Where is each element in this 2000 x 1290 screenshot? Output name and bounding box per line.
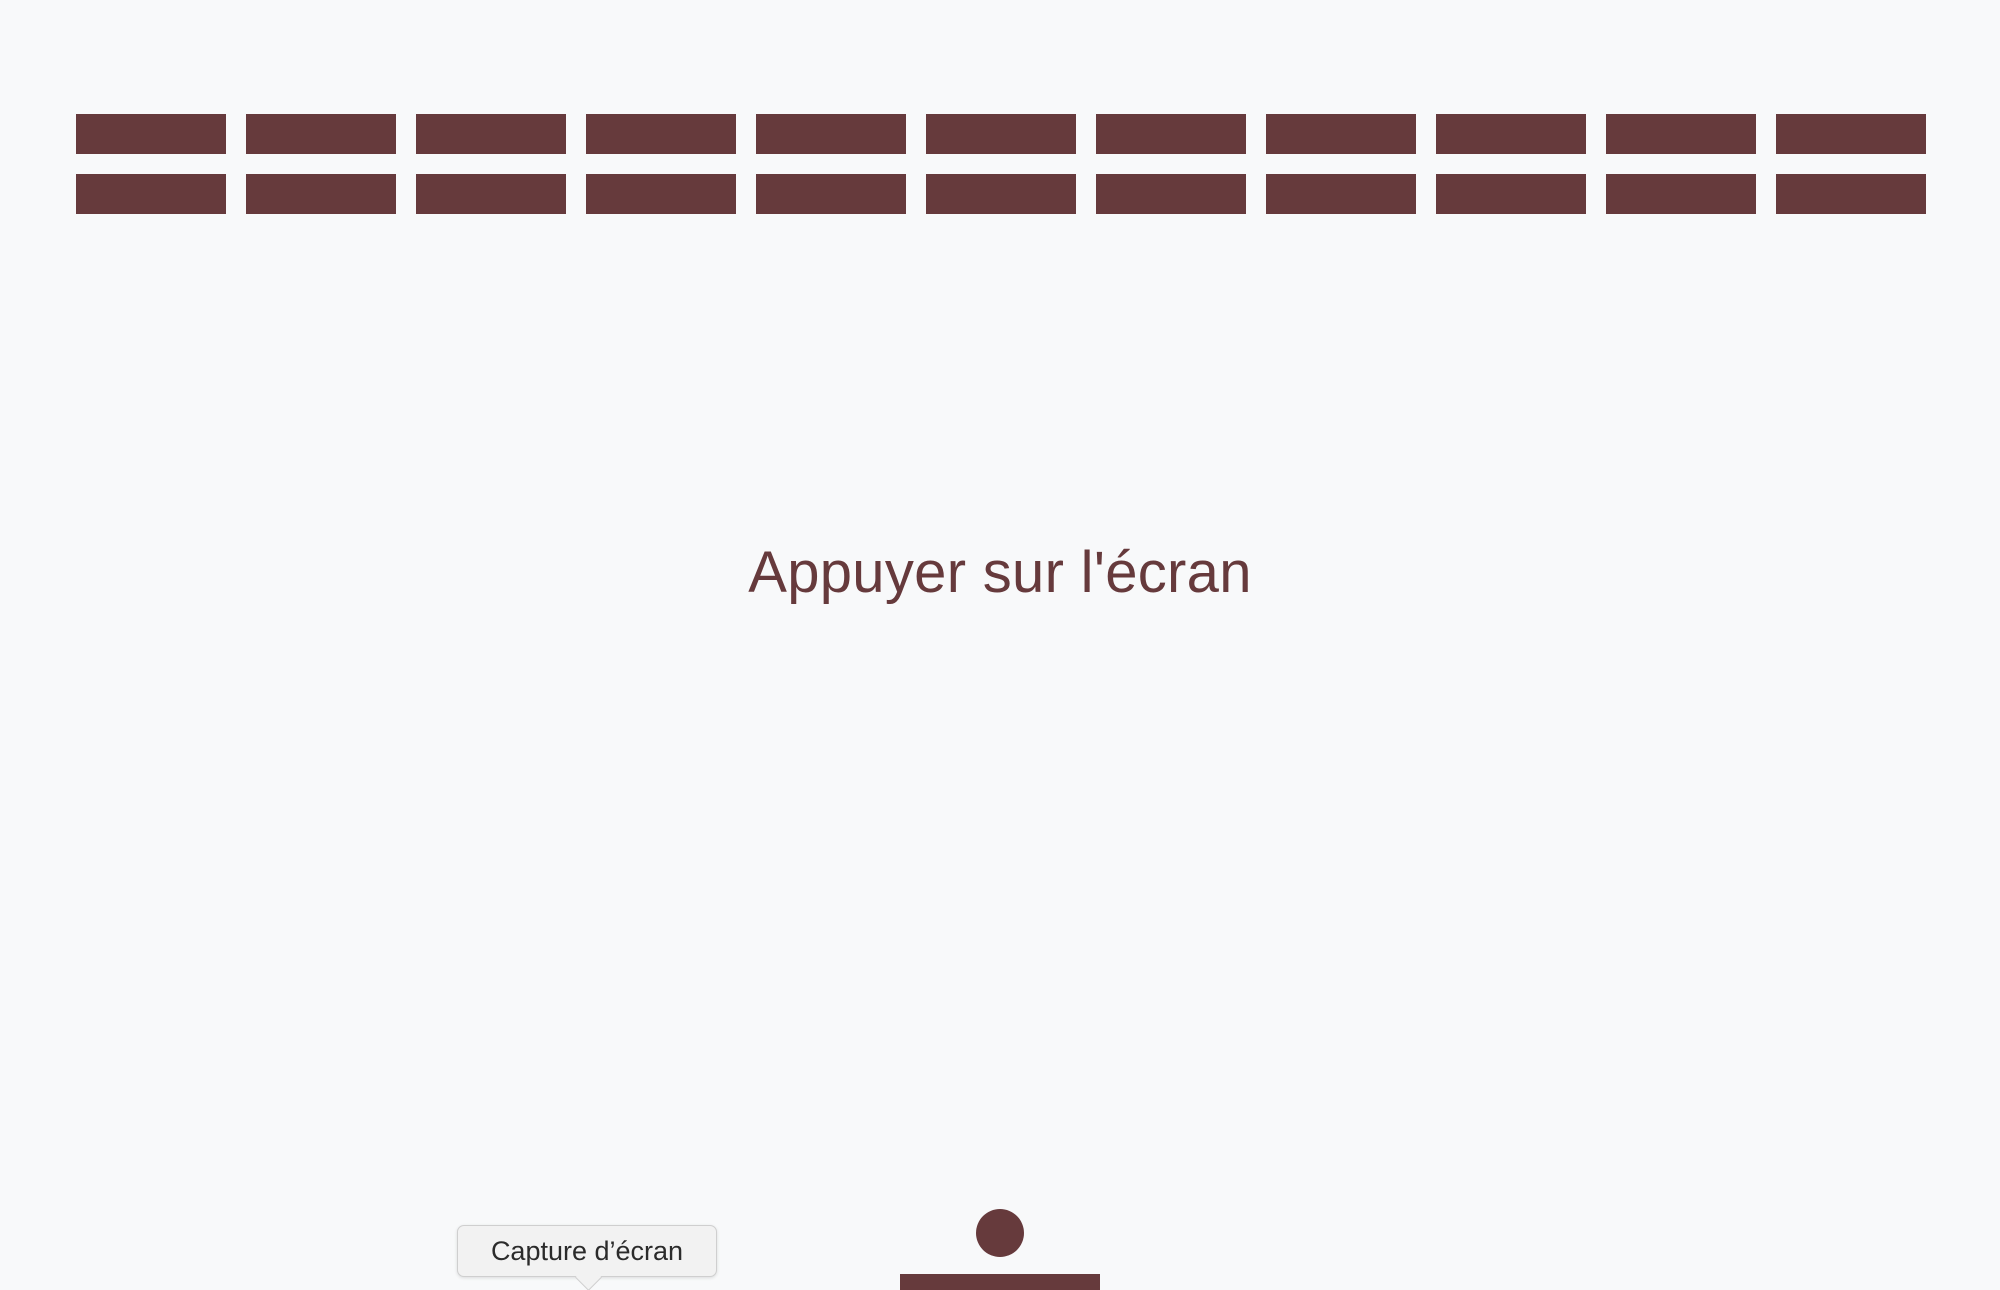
brick	[1096, 114, 1246, 154]
tooltip-label: Capture d’écran	[490, 1235, 684, 1266]
brick	[1266, 114, 1416, 154]
brick-row-1	[76, 114, 1926, 154]
brick	[1266, 174, 1416, 214]
brick	[756, 174, 906, 214]
brick	[586, 174, 736, 214]
brick	[1776, 174, 1926, 214]
brick	[926, 174, 1076, 214]
game-canvas[interactable]: Appuyer sur l'écran Capture d’écran	[0, 0, 2000, 1290]
ball	[976, 1209, 1024, 1257]
brick	[246, 174, 396, 214]
brick	[76, 114, 226, 154]
brick	[1096, 174, 1246, 214]
brick	[76, 174, 226, 214]
brick	[1776, 114, 1926, 154]
brick	[756, 114, 906, 154]
brick	[1606, 114, 1756, 154]
brick-row-2	[76, 174, 1926, 214]
brick	[1436, 174, 1586, 214]
screenshot-tooltip: Capture d’écran	[457, 1225, 717, 1290]
brick	[586, 114, 736, 154]
tap-to-start-prompt: Appuyer sur l'écran	[748, 540, 1252, 605]
brick	[926, 114, 1076, 154]
paddle[interactable]	[900, 1274, 1100, 1290]
brick	[416, 114, 566, 154]
brick	[1436, 114, 1586, 154]
brick	[416, 174, 566, 214]
brick	[246, 114, 396, 154]
tooltip-arrow	[575, 1264, 602, 1290]
brick	[1606, 174, 1756, 214]
